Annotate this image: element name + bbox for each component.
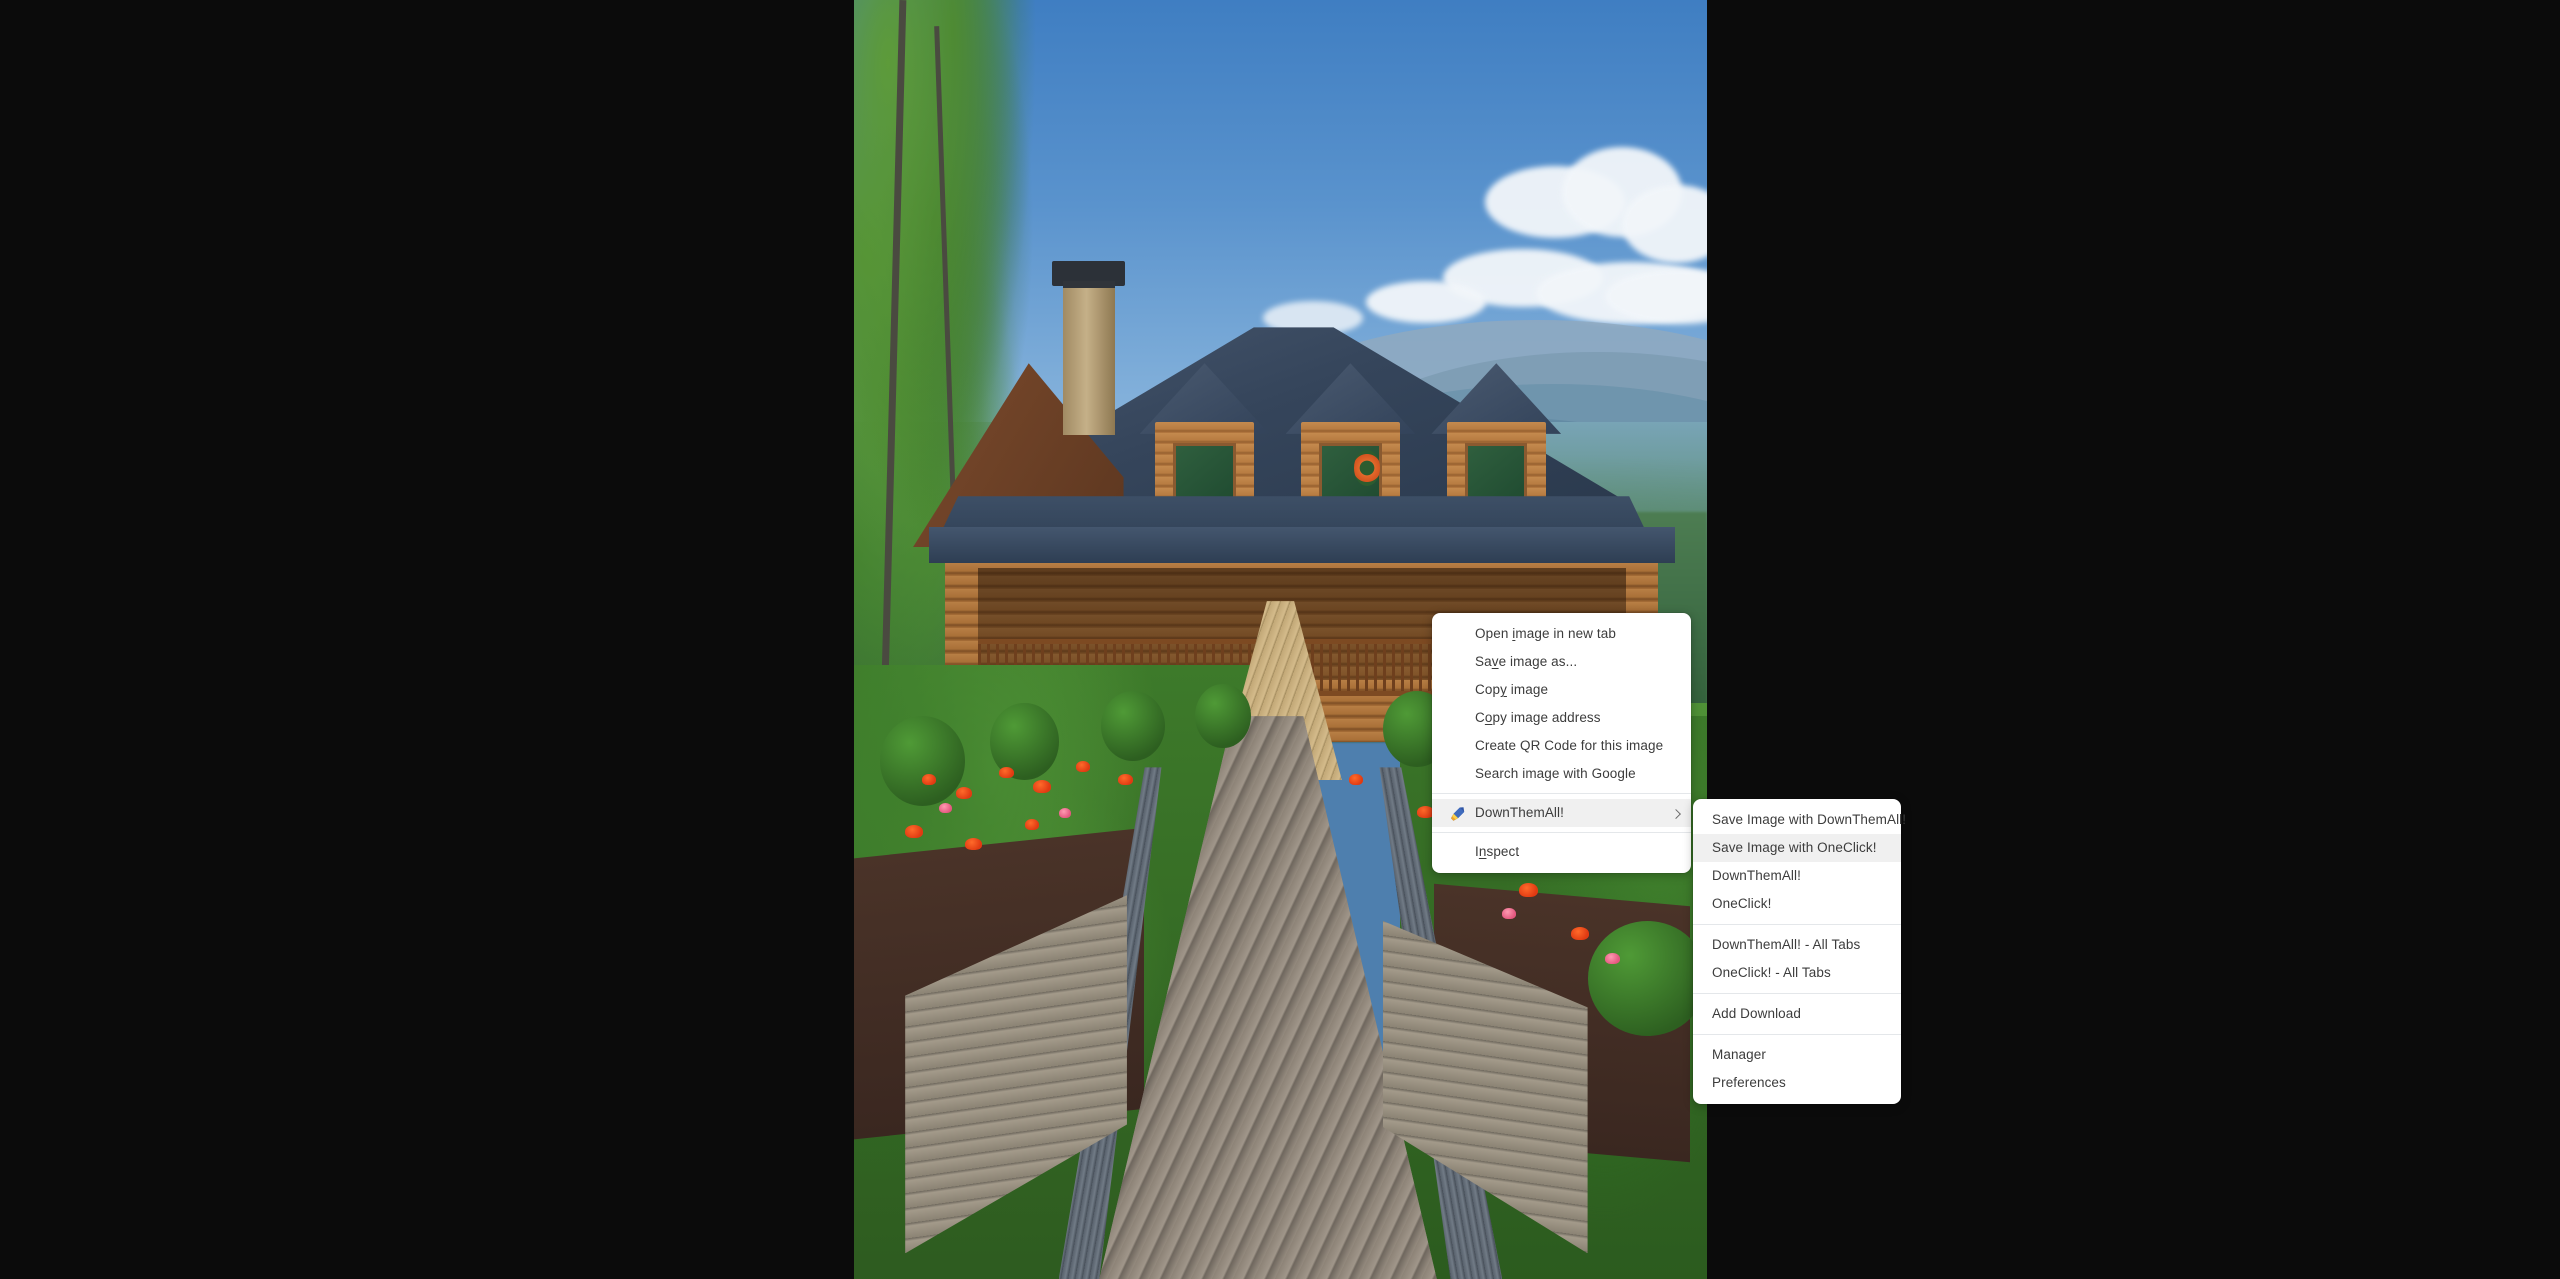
flower	[1075, 761, 1090, 772]
shrub	[1101, 690, 1166, 761]
flower	[964, 837, 982, 850]
flower	[1570, 927, 1589, 941]
submenu-item-manager[interactable]: Manager	[1693, 1041, 1901, 1069]
flower	[1058, 808, 1071, 819]
image-context-menu[interactable]: Open image in new tab Save image as... C…	[1432, 613, 1691, 873]
submenu-item-save-image-with-downthemall[interactable]: Save Image with DownThemAll!	[1693, 806, 1906, 834]
menu-item-label: Save image as...	[1475, 654, 1578, 669]
menu-item-label: OneClick!	[1712, 896, 1772, 911]
submenu-item-oneclick[interactable]: OneClick!	[1693, 890, 1901, 918]
menu-item-open-image-new-tab[interactable]: Open image in new tab	[1432, 620, 1691, 648]
menu-item-label: DownThemAll!	[1712, 868, 1801, 883]
flower	[905, 824, 924, 838]
menu-separator	[1693, 924, 1901, 925]
menu-item-label: DownThemAll! - All Tabs	[1712, 937, 1861, 952]
flower	[1118, 773, 1134, 785]
menu-item-label: Preferences	[1712, 1075, 1786, 1090]
submenu-item-save-image-with-oneclick[interactable]: Save Image with OneClick!	[1693, 834, 1901, 862]
menu-item-label: Open image in new tab	[1475, 626, 1616, 641]
submenu-item-preferences[interactable]: Preferences	[1693, 1069, 1901, 1097]
dormer-window	[1285, 363, 1416, 517]
menu-item-copy-image-address[interactable]: Copy image address	[1432, 704, 1691, 732]
flower	[1024, 818, 1039, 830]
menu-item-label: Create QR Code for this image	[1475, 738, 1664, 753]
submenu-item-oneclick-all-tabs[interactable]: OneClick! - All Tabs	[1693, 959, 1901, 987]
menu-item-inspect[interactable]: Inspect	[1432, 838, 1691, 866]
menu-item-save-image-as[interactable]: Save image as...	[1432, 648, 1691, 676]
menu-item-label: Search image with Google	[1475, 766, 1636, 781]
shrub	[879, 716, 965, 806]
flower	[1519, 882, 1539, 897]
stone-chimney	[1062, 281, 1116, 435]
downthemall-icon	[1449, 805, 1466, 822]
dormer-window	[1431, 363, 1562, 517]
flower	[1033, 780, 1052, 794]
menu-item-label: Save Image with DownThemAll!	[1712, 812, 1907, 827]
menu-separator	[1432, 832, 1691, 833]
dormer-window	[1139, 363, 1270, 517]
menu-separator	[1693, 993, 1901, 994]
menu-separator	[1693, 1034, 1901, 1035]
menu-item-label: Save Image with OneClick!	[1712, 840, 1877, 855]
browser-viewport: Open image in new tab Save image as... C…	[0, 0, 2560, 1279]
menu-separator	[1432, 793, 1691, 794]
flower	[922, 773, 937, 785]
menu-item-label: OneClick! - All Tabs	[1712, 965, 1831, 980]
menu-item-downthemall[interactable]: DownThemAll!	[1432, 799, 1691, 827]
flower	[939, 803, 953, 814]
shrub	[1587, 920, 1707, 1036]
menu-item-label: Inspect	[1475, 844, 1520, 859]
flower	[999, 767, 1014, 779]
menu-item-label: Copy image address	[1475, 710, 1601, 725]
menu-item-label: Copy image	[1475, 682, 1549, 697]
menu-item-label: Manager	[1712, 1047, 1766, 1062]
submenu-item-downthemall[interactable]: DownThemAll!	[1693, 862, 1901, 890]
flower	[1604, 952, 1620, 964]
submenu-item-add-download[interactable]: Add Download	[1693, 1000, 1901, 1028]
flower	[956, 786, 973, 799]
submenu-item-downthemall-all-tabs[interactable]: DownThemAll! - All Tabs	[1693, 931, 1901, 959]
menu-item-label: DownThemAll!	[1475, 805, 1564, 820]
downthemall-submenu[interactable]: Save Image with DownThemAll! Save Image …	[1693, 799, 1906, 1104]
menu-item-copy-image[interactable]: Copy image	[1432, 676, 1691, 704]
flower	[1348, 773, 1363, 785]
menu-item-label: Add Download	[1712, 1006, 1802, 1021]
shrub	[1195, 684, 1251, 749]
flower	[1502, 908, 1517, 920]
porch-roof	[929, 526, 1675, 563]
menu-item-create-qr-code[interactable]: Create QR Code for this image	[1432, 732, 1691, 760]
menu-item-search-image-with-google[interactable]: Search image with Google	[1432, 760, 1691, 788]
